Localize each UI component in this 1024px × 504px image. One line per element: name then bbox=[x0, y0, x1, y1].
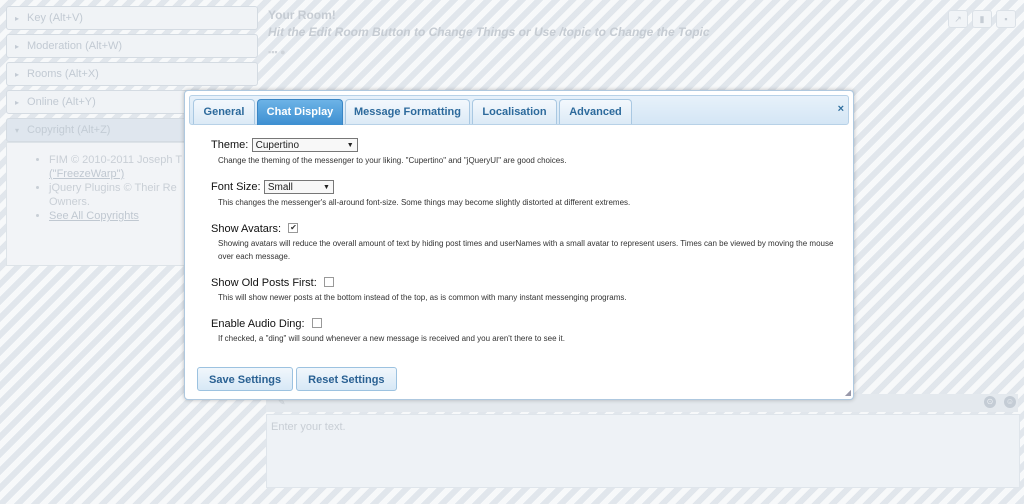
tab-advanced[interactable]: Advanced bbox=[559, 99, 632, 124]
theme-select[interactable]: Cupertino ▼ bbox=[251, 137, 358, 152]
show-avatars-checkbox[interactable]: ✔ bbox=[288, 223, 299, 234]
trash-icon[interactable]: ▮ bbox=[972, 10, 992, 28]
old-posts-first-description: This will show newer posts at the bottom… bbox=[218, 292, 627, 302]
settings-icon[interactable]: ▪ bbox=[996, 10, 1016, 28]
old-posts-first-checkbox[interactable] bbox=[324, 277, 335, 288]
audio-ding-description: If checked, a "ding" will sound whenever… bbox=[218, 333, 565, 343]
theme-label: Theme: bbox=[211, 139, 249, 151]
font-size-value: Small bbox=[267, 181, 293, 193]
dropdown-arrow-icon: ▼ bbox=[322, 183, 330, 191]
room-topic: Hit the Edit Room Button to Change Thing… bbox=[268, 25, 710, 39]
triangle-down-icon: ▾ bbox=[15, 126, 20, 135]
dropdown-arrow-icon: ▼ bbox=[346, 141, 354, 149]
resize-grip-icon[interactable]: ◢ bbox=[845, 388, 851, 397]
close-icon[interactable]: × bbox=[838, 103, 844, 115]
old-posts-first-label: Show Old Posts First: bbox=[211, 276, 317, 289]
setting-font-size: Font Size: Small ▼ This changes the messe… bbox=[211, 179, 843, 209]
show-avatars-description: Showing avatars will reduce the overall … bbox=[218, 238, 834, 261]
copyright-link[interactable]: ("FreezeWarp") bbox=[49, 168, 124, 180]
expand-icon[interactable]: ↗ bbox=[948, 10, 968, 28]
setting-show-avatars: Show Avatars: ✔ Showing avatars will red… bbox=[211, 221, 843, 263]
triangle-right-icon: ▸ bbox=[15, 98, 20, 107]
tab-message-formatting[interactable]: Message Formatting bbox=[345, 99, 470, 124]
copyright-text: FIM © 2010-2011 Joseph T bbox=[49, 154, 183, 166]
font-size-label: Font Size: bbox=[211, 180, 261, 193]
accordion-label: Copyright (Alt+Z) bbox=[27, 124, 111, 136]
theme-value: Cupertino bbox=[255, 139, 299, 151]
accordion-label: Rooms (Alt+X) bbox=[27, 68, 99, 80]
room-toolbar: ↗ ▮ ▪ bbox=[948, 10, 1016, 28]
tab-bar: General Chat Display Message Formatting … bbox=[189, 95, 849, 125]
accordion-label: Moderation (Alt+W) bbox=[27, 40, 123, 52]
accordion-key[interactable]: ▸ Key (Alt+V) bbox=[6, 6, 258, 30]
theme-description: Change the theming of the messenger to y… bbox=[218, 155, 567, 165]
room-meta-icons: ▪▪▪ ● bbox=[268, 47, 710, 57]
font-size-select[interactable]: Small ▼ bbox=[263, 179, 334, 194]
accordion-label: Key (Alt+V) bbox=[27, 12, 83, 24]
copyright-text: jQuery Plugins © Their Re bbox=[49, 182, 177, 194]
tab-general[interactable]: General bbox=[193, 99, 255, 124]
triangle-right-icon: ▸ bbox=[15, 70, 20, 79]
triangle-right-icon: ▸ bbox=[15, 42, 20, 51]
smiley-icon[interactable]: ☺ bbox=[1004, 396, 1016, 408]
setting-old-posts-first: Show Old Posts First: This will show new… bbox=[211, 275, 843, 304]
accordion-moderation[interactable]: ▸ Moderation (Alt+W) bbox=[6, 34, 258, 58]
upload-icon[interactable]: ⊙ bbox=[984, 396, 996, 408]
settings-dialog: General Chat Display Message Formatting … bbox=[184, 90, 854, 400]
dialog-buttons: Save Settings Reset Settings bbox=[197, 367, 397, 391]
font-size-description: This changes the messenger's all-around … bbox=[218, 197, 631, 207]
audio-ding-checkbox[interactable] bbox=[311, 318, 322, 329]
info-icon: ● bbox=[280, 47, 286, 57]
reset-settings-button[interactable]: Reset Settings bbox=[296, 367, 397, 391]
message-toolbar-icons: ⊙ ☺ bbox=[984, 396, 1016, 408]
audio-ding-label: Enable Audio Ding: bbox=[211, 317, 305, 330]
tab-localisation[interactable]: Localisation bbox=[472, 99, 557, 124]
room-title: Your Room! bbox=[268, 8, 336, 22]
see-all-copyrights-link[interactable]: See All Copyrights bbox=[49, 210, 139, 222]
triangle-right-icon: ▸ bbox=[15, 14, 20, 23]
accordion-rooms[interactable]: ▸ Rooms (Alt+X) bbox=[6, 62, 258, 86]
show-avatars-label: Show Avatars: bbox=[211, 222, 282, 235]
rss-icon: ▪▪▪ bbox=[268, 47, 278, 57]
message-placeholder: Enter your text. bbox=[271, 421, 346, 433]
room-header: Your Room! Hit the Edit Room Button to C… bbox=[268, 8, 710, 57]
message-input[interactable]: Enter your text. bbox=[266, 414, 1020, 488]
setting-theme: Theme: Cupertino ▼ Change the theming of … bbox=[211, 137, 843, 167]
setting-audio-ding: Enable Audio Ding: If checked, a "ding" … bbox=[211, 316, 843, 345]
tab-chat-display[interactable]: Chat Display bbox=[257, 99, 343, 125]
chat-display-panel: Theme: Cupertino ▼ Change the theming of … bbox=[211, 137, 843, 357]
copyright-text: Owners. bbox=[49, 196, 90, 208]
save-settings-button[interactable]: Save Settings bbox=[197, 367, 294, 391]
accordion-label: Online (Alt+Y) bbox=[27, 96, 96, 108]
